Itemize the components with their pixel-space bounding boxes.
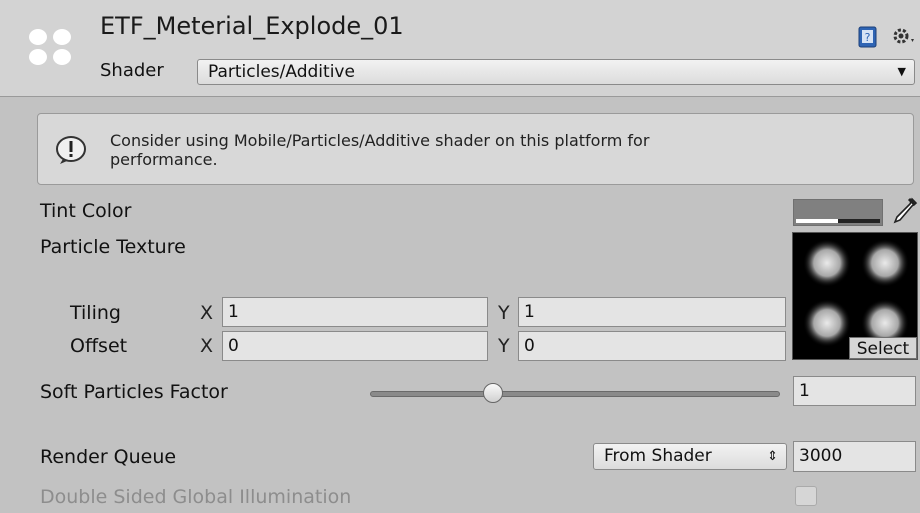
offset-y-field[interactable]: 0 [518, 331, 786, 361]
material-icon [28, 26, 72, 66]
tiling-y-label: Y [498, 302, 510, 324]
tiling-x-field[interactable]: 1 [222, 297, 488, 327]
soft-particles-value-field[interactable]: 1 [793, 376, 916, 406]
chevron-down-icon: ▼ [897, 65, 906, 78]
particle-texture-label: Particle Texture [40, 236, 186, 258]
render-queue-mode-dropdown[interactable]: From Shader ⇕ [593, 443, 787, 470]
tint-alpha-bar [796, 219, 880, 223]
eyedropper-icon[interactable] [890, 196, 918, 226]
shader-dropdown-value: Particles/Additive [208, 62, 355, 82]
gear-icon[interactable] [892, 26, 918, 48]
render-queue-label: Render Queue [40, 446, 177, 468]
shader-dropdown[interactable]: Particles/Additive ▼ [197, 59, 915, 85]
exclamation-icon [54, 135, 88, 165]
shader-label: Shader [100, 60, 164, 81]
offset-x-field[interactable]: 0 [222, 331, 488, 361]
offset-y-label: Y [498, 335, 510, 357]
material-title: ETF_Meterial_Explode_01 [100, 12, 404, 40]
soft-particles-label: Soft Particles Factor [40, 381, 228, 403]
tiling-y-field[interactable]: 1 [518, 297, 786, 327]
offset-label: Offset [70, 335, 128, 357]
warning-message: Consider using Mobile/Particles/Additive… [110, 131, 810, 169]
updown-arrow-icon: ⇕ [767, 449, 778, 464]
render-queue-mode-value: From Shader [604, 446, 712, 466]
tint-color-swatch[interactable] [793, 199, 883, 226]
double-sided-gi-checkbox[interactable] [795, 486, 817, 506]
texture-select-button[interactable]: Select [849, 337, 917, 359]
texture-preview[interactable]: Select [792, 232, 918, 360]
help-book-icon[interactable]: ? [858, 26, 878, 48]
offset-x-label: X [200, 335, 214, 357]
warning-line-1: Consider using Mobile/Particles/Additive… [110, 131, 650, 150]
soft-particles-slider-track[interactable] [370, 391, 780, 397]
tiling-label: Tiling [70, 302, 121, 324]
svg-text:?: ? [865, 31, 871, 44]
render-queue-value-field[interactable]: 3000 [793, 441, 916, 472]
tiling-x-label: X [200, 302, 214, 324]
warning-line-2: performance. [110, 150, 218, 169]
tint-color-label: Tint Color [40, 200, 132, 222]
double-sided-gi-label: Double Sided Global Illumination [40, 486, 352, 508]
soft-particles-slider-thumb[interactable] [483, 383, 503, 403]
